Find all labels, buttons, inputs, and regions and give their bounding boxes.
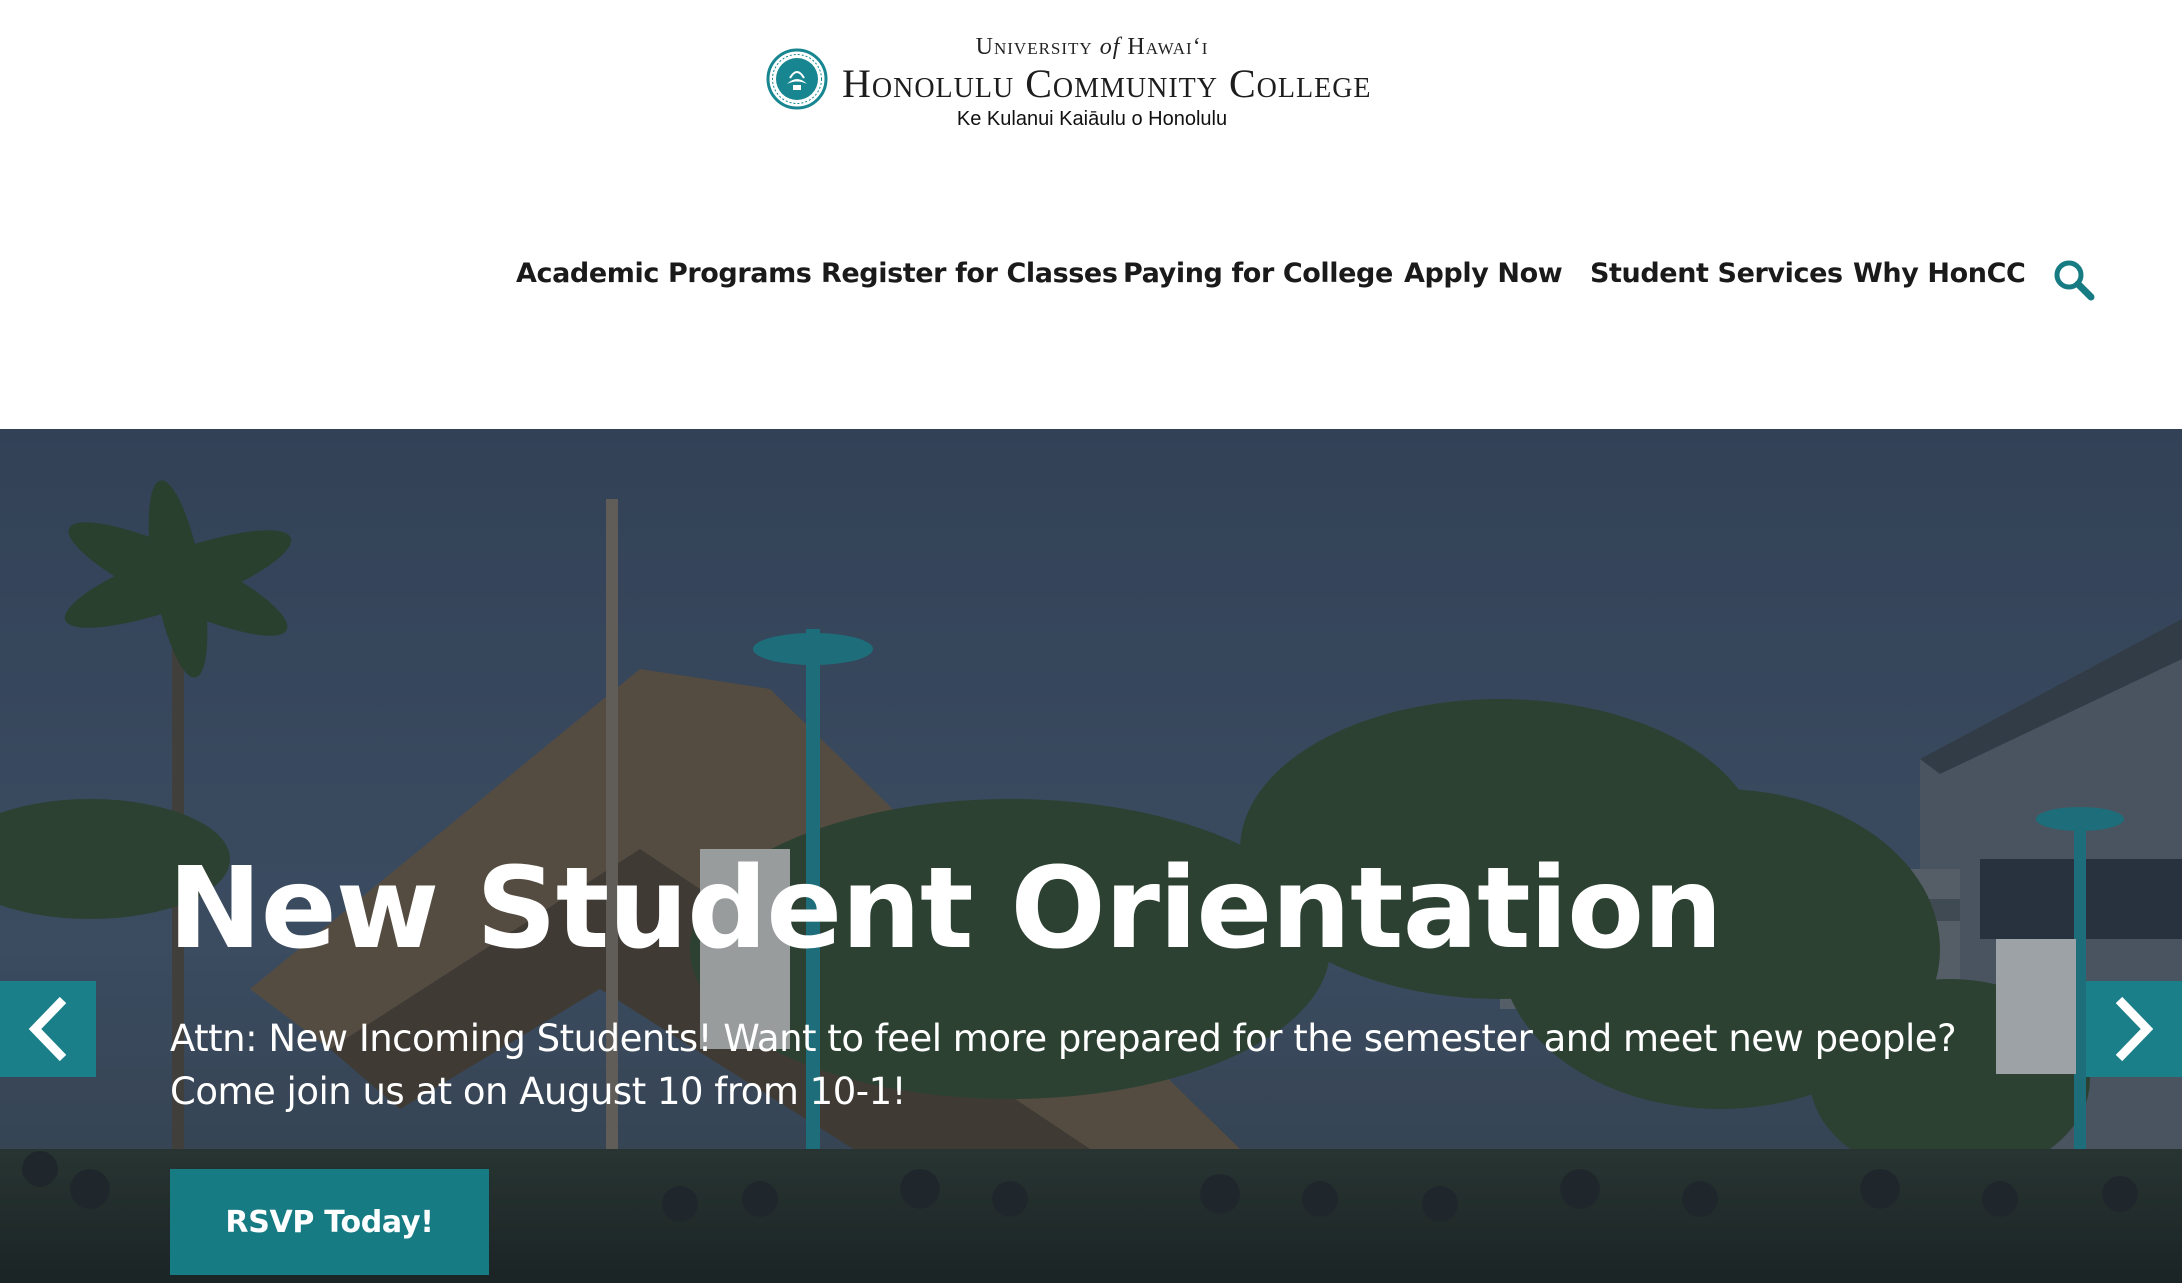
carousel-next-button[interactable] <box>2086 981 2182 1077</box>
hero-banner: New Student Orientation Attn: New Incomi… <box>0 429 2182 1283</box>
logo-university-line: University of Hawai‘i <box>975 34 1209 60</box>
main-nav: Academic Programs Register for Classes P… <box>0 258 2182 304</box>
chevron-right-icon <box>2115 996 2154 1062</box>
hero-title: New Student Orientation <box>168 844 1723 974</box>
search-icon[interactable] <box>2052 258 2096 302</box>
nav-apply-now[interactable]: Apply Now <box>1404 258 1563 289</box>
nav-academic-programs[interactable]: Academic Programs <box>516 258 812 289</box>
site-header: University of Hawai‘i Honolulu Community… <box>0 0 2182 429</box>
college-logo[interactable]: University of Hawai‘i Honolulu Community… <box>762 34 1422 134</box>
nav-register-for-classes[interactable]: Register for Classes <box>821 258 1118 289</box>
logo-college-name: Honolulu Community College <box>842 61 1372 106</box>
hero-description: Attn: New Incoming Students! Want to fee… <box>170 1017 1957 1113</box>
chevron-left-icon <box>28 996 67 1062</box>
rsvp-button[interactable]: RSVP Today! <box>170 1169 489 1275</box>
nav-paying-for-college[interactable]: Paying for College <box>1123 258 1393 289</box>
nav-why-honcc[interactable]: Why HonCC <box>1853 258 2026 289</box>
logo-hawaiian-tagline: Ke Kulanui Kaiāulu o Honolulu <box>956 108 1228 130</box>
nav-student-services[interactable]: Student Services <box>1590 258 1843 289</box>
carousel-prev-button[interactable] <box>0 981 96 1077</box>
